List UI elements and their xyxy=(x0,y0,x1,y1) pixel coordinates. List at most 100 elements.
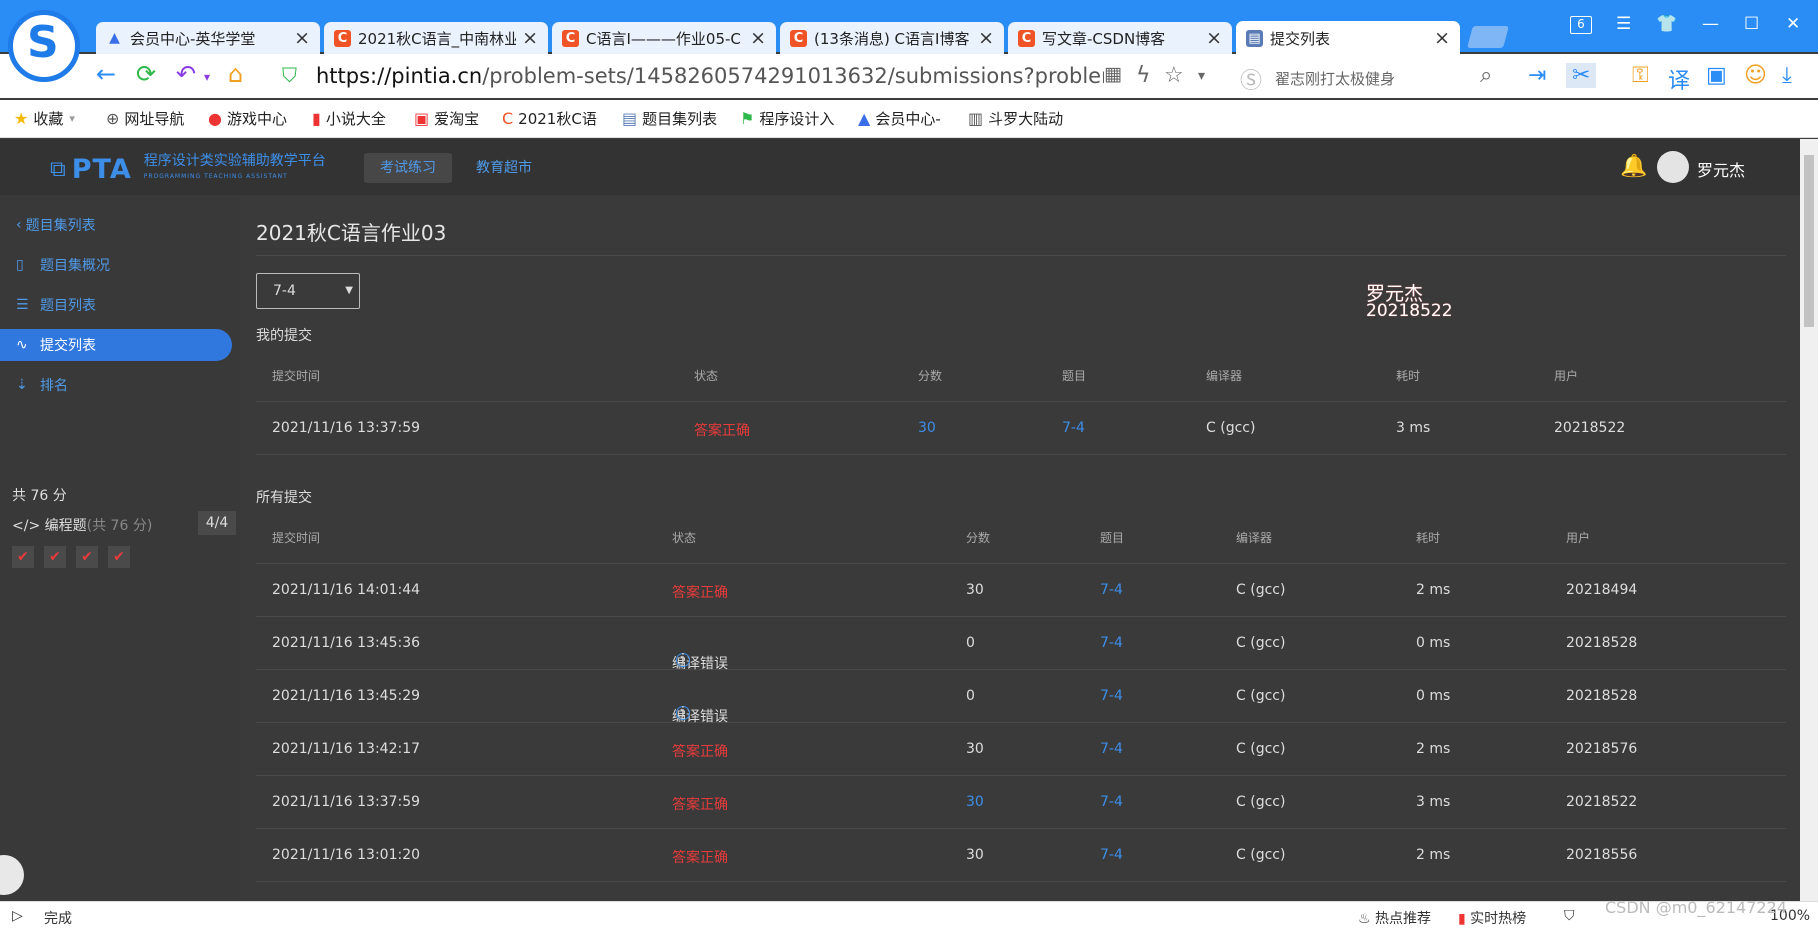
problem-link[interactable]: 7-4 xyxy=(1100,847,1123,863)
home-icon[interactable]: ⌂ xyxy=(228,60,243,88)
search-icon[interactable]: ⌕ xyxy=(1480,63,1492,88)
emoji-icon[interactable]: ☺ xyxy=(1744,63,1767,88)
bookmark-douluo[interactable]: ▥ 斗罗大陆动 xyxy=(968,108,1063,129)
screenshot-icon[interactable]: ▣ xyxy=(1706,63,1727,88)
floating-feedback-button[interactable] xyxy=(0,855,24,895)
close-icon[interactable]: × xyxy=(1206,27,1222,49)
problem-type-programming[interactable]: </> 编程题(共 76 分) xyxy=(12,515,152,535)
bookmark-programming[interactable]: ⚑ 程序设计入 xyxy=(740,108,834,129)
info-icon[interactable]: i xyxy=(676,706,690,720)
window-close-icon[interactable]: ✕ xyxy=(1786,14,1800,34)
problem-link[interactable]: 7-4 xyxy=(1100,688,1123,704)
my-submissions-title: 我的提交 xyxy=(256,328,312,344)
check-icon[interactable]: ✔ xyxy=(108,546,130,568)
problem-link[interactable]: 7-4 xyxy=(1100,794,1123,810)
chevron-down-icon[interactable]: ▾ xyxy=(1198,68,1205,84)
sidebar-item-ranking[interactable]: ⇣ 排名 xyxy=(0,369,232,401)
star-icon[interactable]: ☆ xyxy=(1164,63,1184,88)
tab-messages[interactable]: C (13条消息) C语言I博客 × xyxy=(780,22,1004,54)
tab-huiyuan[interactable]: ▲ 会员中心-英华学堂 × xyxy=(96,22,320,54)
problem-link[interactable]: 7-4 xyxy=(1100,582,1123,598)
key-icon[interactable]: ⚿ xyxy=(1632,63,1649,88)
hot-news-button[interactable]: ♨ 热点推荐 xyxy=(1358,908,1431,928)
sidebar-item-submissions[interactable]: ∿ 提交列表 xyxy=(0,329,232,361)
check-icon[interactable]: ✔ xyxy=(76,546,98,568)
back-icon[interactable]: ← xyxy=(96,60,116,88)
maximize-icon[interactable]: ☐ xyxy=(1744,14,1759,34)
realtime-hot-button[interactable]: ▮ 实时热榜 xyxy=(1458,908,1526,928)
status-badge[interactable]: 答案正确 xyxy=(672,741,728,761)
secure-shield-icon[interactable]: ⛉ xyxy=(282,63,297,87)
vertical-scrollbar[interactable] xyxy=(1800,139,1818,901)
bookmark-member[interactable]: ▲ 会员中心- xyxy=(858,108,941,129)
close-icon[interactable]: × xyxy=(522,27,538,49)
login-icon[interactable]: ⇥ xyxy=(1528,63,1546,88)
bookmark-games[interactable]: ● 游戏中心 xyxy=(208,108,287,129)
shield-icon[interactable]: ⛉ xyxy=(1564,908,1575,924)
status-badge[interactable]: 答案正确 xyxy=(672,847,728,867)
bookmark-nav[interactable]: ⊕ 网址导航 xyxy=(106,108,184,129)
status-badge[interactable]: 答案正确 xyxy=(672,582,728,602)
status-badge[interactable]: 答案正确 xyxy=(694,420,750,440)
search-input[interactable]: 翟志刚打太极健身 xyxy=(1275,68,1395,89)
triangle-icon: ▲ xyxy=(858,109,871,128)
bookmark-favorites[interactable]: ★ 收藏 ▾ xyxy=(14,108,75,129)
tab-c-course[interactable]: C 2021秋C语言_中南林业 × xyxy=(324,22,548,54)
bookmark-problem-sets[interactable]: ▤ 题目集列表 xyxy=(622,108,717,129)
nav-exam-practice[interactable]: 考试练习 xyxy=(364,153,452,183)
pta-logo[interactable]: ⧉ PTA 程序设计类实验辅助教学平台 PROGRAMMING TEACHING … xyxy=(50,153,326,185)
tab-count-badge[interactable]: 6 xyxy=(1570,16,1592,34)
sogou-browser-logo-icon[interactable]: S xyxy=(8,10,80,82)
problem-progress-badge: 4/4 xyxy=(198,511,236,535)
problem-link[interactable]: 7-4 xyxy=(1100,635,1123,651)
bookmark-taobao[interactable]: ▣ 爱淘宝 xyxy=(414,108,479,129)
document-icon: ▥ xyxy=(968,109,984,128)
scrollbar-thumb[interactable] xyxy=(1804,155,1814,327)
close-icon[interactable]: × xyxy=(1434,27,1450,49)
url-input[interactable]: https://pintia.cn/problem-sets/145826057… xyxy=(316,64,1104,88)
scissors-icon[interactable]: ✂ xyxy=(1566,63,1597,88)
reload-icon[interactable]: ⟳ xyxy=(136,60,156,88)
taobao-icon: ▣ xyxy=(414,109,430,128)
problem-link[interactable]: 7-4 xyxy=(1100,741,1123,757)
bookmarks-bar: ★ 收藏 ▾ ⊕ 网址导航 ● 游戏中心 ▮ 小说大全 ▣ 爱淘宝 C 2021秋C语 ▤ 题目… xyxy=(0,100,1818,138)
close-icon[interactable]: × xyxy=(750,27,766,49)
tab-submission-list[interactable]: ▤ 提交列表 × xyxy=(1236,21,1460,55)
check-icon[interactable]: ✔ xyxy=(44,546,66,568)
tab-homework05[interactable]: C C语言I———作业05-C × xyxy=(552,22,776,54)
nav-edu-market[interactable]: 教育超市 xyxy=(460,153,548,183)
table-row: 2021/11/16 14:01:44 答案正确 30 7-4 C (gcc) … xyxy=(256,564,1786,617)
translate-icon[interactable]: 译 xyxy=(1668,63,1690,95)
qr-code-icon[interactable]: ▦ xyxy=(1104,63,1122,85)
flag-icon: ⚑ xyxy=(740,109,755,128)
menu-icon[interactable]: ☰ xyxy=(1616,14,1631,34)
problem-select[interactable]: 7-4 ▼ xyxy=(256,273,360,309)
sidebar-back-problem-sets[interactable]: ‹ 题目集列表 xyxy=(0,209,232,241)
sidebar-item-problems[interactable]: ☰ 题目列表 xyxy=(0,289,232,321)
fire-icon: ♨ xyxy=(1358,911,1371,927)
table-row: 2021/11/16 13:42:17 答案正确 30 7-4 C (gcc) … xyxy=(256,723,1786,776)
user-name[interactable]: 罗元杰 xyxy=(1697,157,1745,181)
score-link[interactable]: 30 xyxy=(918,420,936,436)
bookmark-c-course[interactable]: C 2021秋C语 xyxy=(502,108,597,129)
close-icon[interactable]: × xyxy=(294,27,310,49)
download-icon[interactable]: ⤓ xyxy=(1782,63,1792,88)
play-icon[interactable]: ▷ xyxy=(12,908,23,924)
status-badge[interactable]: 答案正确 xyxy=(672,794,728,814)
chevron-down-icon[interactable]: ▾ xyxy=(204,70,210,84)
problem-link[interactable]: 7-4 xyxy=(1062,420,1085,436)
bell-icon[interactable]: 🔔 xyxy=(1620,154,1647,179)
lightning-icon[interactable]: ϟ xyxy=(1136,63,1151,88)
undo-close-icon[interactable]: ↶ xyxy=(176,60,196,88)
avatar[interactable] xyxy=(1657,151,1689,183)
close-icon[interactable]: × xyxy=(978,27,994,49)
skin-icon[interactable]: 👕 xyxy=(1656,14,1677,34)
check-icon[interactable]: ✔ xyxy=(12,546,34,568)
minimize-icon[interactable]: — xyxy=(1702,14,1719,34)
sidebar-item-overview[interactable]: ▯ 题目集概况 xyxy=(0,249,232,281)
new-tab-button[interactable] xyxy=(1467,26,1509,48)
info-icon[interactable]: i xyxy=(676,653,690,667)
tab-write-article[interactable]: C 写文章-CSDN博客 × xyxy=(1008,22,1232,54)
score-link[interactable]: 30 xyxy=(966,794,984,810)
bookmark-novels[interactable]: ▮ 小说大全 xyxy=(312,108,386,129)
